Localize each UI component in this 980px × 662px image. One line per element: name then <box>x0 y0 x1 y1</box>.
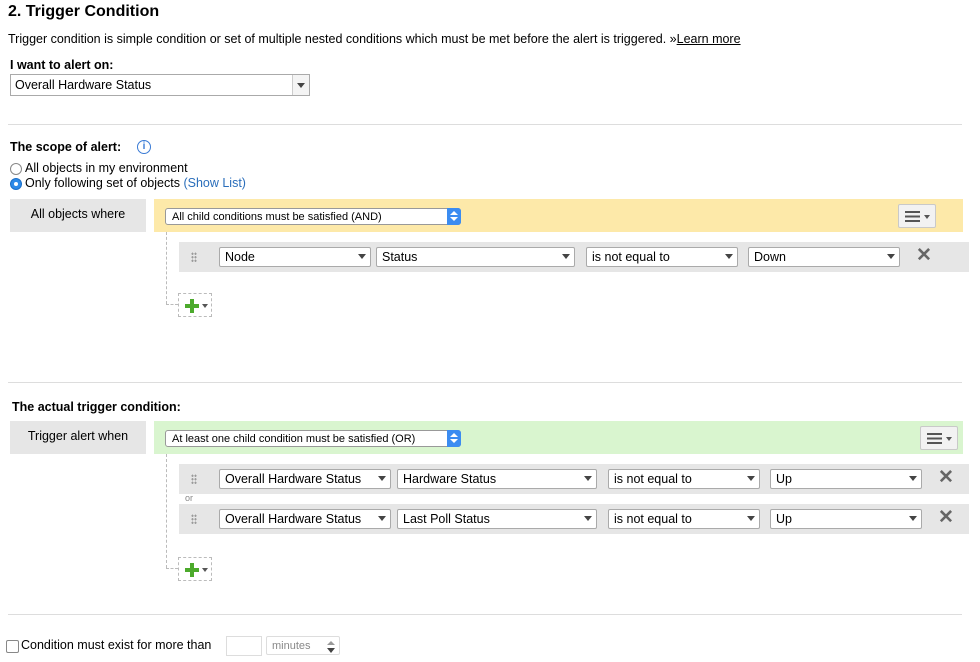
trigger-cond2-field1-value: Overall Hardware Status <box>225 512 362 526</box>
caret-down-icon <box>327 648 335 653</box>
trigger-cond1-operator-select[interactable]: is not equal to <box>608 469 760 489</box>
alert-on-label: I want to alert on: <box>10 58 114 72</box>
scope-cond-field1-value: Node <box>225 250 255 264</box>
spinner-icon <box>447 208 461 225</box>
duration-checkbox[interactable] <box>6 640 19 653</box>
grip-icon[interactable] <box>191 474 197 484</box>
trigger-label: The actual trigger condition: <box>12 400 181 414</box>
spinner-icon <box>447 430 461 447</box>
divider <box>8 614 962 615</box>
scope-menu-button[interactable] <box>898 204 936 228</box>
remove-x-icon[interactable]: ✕ <box>938 508 954 527</box>
radio-following-text: Only following set of objects <box>25 176 180 190</box>
chevron-down-icon <box>747 476 755 481</box>
radio-all-objects[interactable] <box>10 163 22 175</box>
section-title: 2. Trigger Condition <box>8 3 160 20</box>
trigger-cond1-field1-select[interactable]: Overall Hardware Status <box>219 469 391 489</box>
tree-connector <box>166 568 178 569</box>
menu-icon <box>905 211 920 222</box>
trigger-cond2-operator-value: is not equal to <box>614 512 692 526</box>
menu-icon <box>927 433 942 444</box>
scope-label: The scope of alert: <box>10 140 122 154</box>
alert-on-value: Overall Hardware Status <box>15 78 152 92</box>
duration-unit-select[interactable]: minutes <box>266 636 340 655</box>
learn-more-link[interactable]: Learn more <box>677 32 741 46</box>
scope-cond-value-value: Down <box>754 250 786 264</box>
chevron-down-icon <box>378 516 386 521</box>
caret-down-icon <box>946 437 952 441</box>
trigger-menu-button[interactable] <box>920 426 958 450</box>
remove-x-icon[interactable]: ✕ <box>938 468 954 487</box>
show-list-link[interactable]: (Show List) <box>183 176 246 190</box>
trigger-cond2-field1-select[interactable]: Overall Hardware Status <box>219 509 391 529</box>
trigger-cond1-operator-value: is not equal to <box>614 472 692 486</box>
radio-following-objects[interactable] <box>10 178 22 190</box>
radio-following-objects-label: Only following set of objects (Show List… <box>25 176 246 190</box>
chevron-down-icon <box>584 516 592 521</box>
remove-x-icon[interactable]: ✕ <box>916 246 932 265</box>
scope-cond-operator-value: is not equal to <box>592 250 670 264</box>
duration-unit-value: minutes <box>272 640 311 652</box>
chevron-down-icon <box>909 516 917 521</box>
trigger-cond2-field2-select[interactable]: Last Poll Status <box>397 509 597 529</box>
radio-all-objects-label: All objects in my environment <box>25 161 188 175</box>
description-text: Trigger condition is simple condition or… <box>8 32 677 46</box>
scope-group-label: All objects where <box>10 199 146 232</box>
add-condition-icon <box>185 563 199 577</box>
trigger-cond1-field1-value: Overall Hardware Status <box>225 472 362 486</box>
caret-down-icon <box>202 304 208 308</box>
chevron-down-icon <box>378 476 386 481</box>
scope-cond-field1-select[interactable]: Node <box>219 247 371 267</box>
or-join-label: or <box>185 493 194 503</box>
trigger-cond2-operator-select[interactable]: is not equal to <box>608 509 760 529</box>
scope-add-condition-button[interactable] <box>178 293 212 317</box>
trigger-cond2-value-value: Up <box>776 512 792 526</box>
chevron-down-icon <box>887 254 895 259</box>
caret-down-icon <box>202 568 208 572</box>
trigger-add-condition-button[interactable] <box>178 557 212 581</box>
scope-operator-select[interactable]: All child conditions must be satisfied (… <box>165 208 461 225</box>
chevron-down-icon <box>292 75 309 95</box>
chevron-down-icon <box>725 254 733 259</box>
info-icon[interactable]: i <box>137 140 151 154</box>
duration-input[interactable] <box>226 636 262 656</box>
trigger-cond1-field2-select[interactable]: Hardware Status <box>397 469 597 489</box>
chevron-down-icon <box>562 254 570 259</box>
trigger-cond1-field2-value: Hardware Status <box>403 472 497 486</box>
grip-icon[interactable] <box>191 252 197 262</box>
scope-cond-operator-select[interactable]: is not equal to <box>586 247 738 267</box>
duration-label: Condition must exist for more than <box>21 638 212 652</box>
add-condition-icon <box>185 299 199 313</box>
trigger-operator-value: At least one child condition must be sat… <box>172 433 416 445</box>
tree-connector <box>166 454 167 568</box>
grip-icon[interactable] <box>191 514 197 524</box>
divider <box>8 382 962 383</box>
trigger-group-label: Trigger alert when <box>10 421 146 454</box>
trigger-cond2-value-select[interactable]: Up <box>770 509 922 529</box>
alert-on-select[interactable]: Overall Hardware Status <box>10 74 310 96</box>
caret-down-icon <box>924 215 930 219</box>
scope-cond-field2-select[interactable]: Status <box>376 247 575 267</box>
scope-cond-field2-value: Status <box>382 250 418 264</box>
chevron-down-icon <box>747 516 755 521</box>
chevron-down-icon <box>358 254 366 259</box>
trigger-operator-select[interactable]: At least one child condition must be sat… <box>165 430 461 447</box>
scope-cond-value-select[interactable]: Down <box>748 247 900 267</box>
caret-up-icon <box>327 641 335 645</box>
divider <box>8 124 962 125</box>
trigger-cond2-field2-value: Last Poll Status <box>403 512 490 526</box>
chevron-down-icon <box>584 476 592 481</box>
scope-operator-value: All child conditions must be satisfied (… <box>172 211 382 223</box>
tree-connector <box>166 304 178 305</box>
chevron-down-icon <box>909 476 917 481</box>
trigger-cond1-value-select[interactable]: Up <box>770 469 922 489</box>
section-description: Trigger condition is simple condition or… <box>8 32 741 46</box>
trigger-cond1-value-value: Up <box>776 472 792 486</box>
tree-connector <box>166 232 167 304</box>
